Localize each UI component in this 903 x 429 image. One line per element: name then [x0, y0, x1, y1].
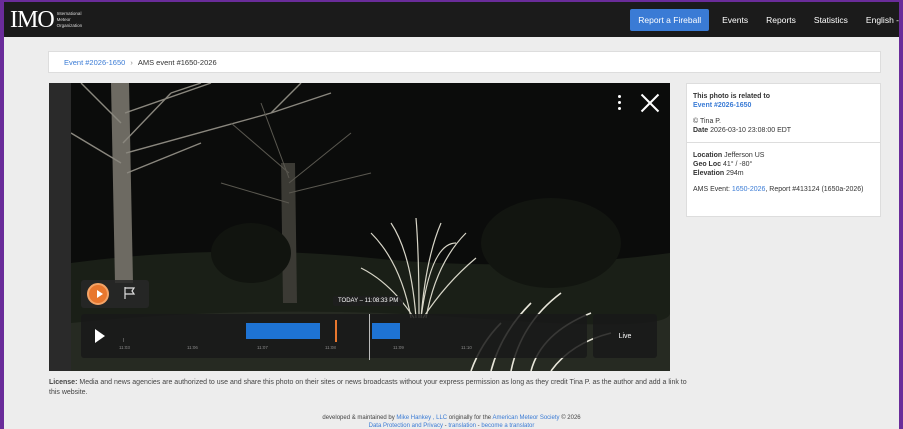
logo-text: IMO — [10, 6, 55, 33]
timeline-scrubber[interactable]: 11:03 11:06 11:07 11:08 11:09 11:10 — [81, 314, 587, 360]
ams-event-row: AMS Event: 1650-2026, Report #413124 (16… — [693, 185, 874, 194]
more-options-icon[interactable] — [618, 95, 622, 111]
media-left-strip — [49, 83, 71, 371]
media-viewer[interactable]: TODAY – 11:08:33 PM 11:03 11:06 11:07 11… — [49, 83, 670, 371]
date-value: 2026-03-10 23:08:00 EDT — [710, 127, 792, 134]
footer-privacy-link[interactable]: Data Protection and Privacy — [369, 423, 443, 429]
license-body: Media and news agencies are authorized t… — [49, 379, 687, 396]
play-event-icon[interactable] — [87, 283, 109, 305]
geoloc-value: 41° / -80° — [722, 161, 753, 168]
footer-text: originally for the — [448, 415, 492, 421]
recording-segment[interactable] — [372, 323, 400, 339]
geoloc-row: Geo Loc 41° / -80° — [693, 160, 874, 169]
nav-reports[interactable]: Reports — [757, 15, 805, 25]
close-icon[interactable] — [640, 93, 660, 113]
timeline-label: 11:03 — [119, 345, 130, 350]
event-marker — [335, 320, 337, 342]
elevation-label: Elevation — [693, 170, 725, 177]
footer-ams-link[interactable]: American Meteor Society — [492, 415, 559, 421]
timestamp-tooltip: TODAY – 11:08:33 PM — [333, 296, 404, 306]
related-event-link[interactable]: Event #2026-1650 — [693, 102, 751, 109]
imo-logo[interactable]: IMO International Meteor Organization — [10, 8, 97, 32]
license-text: License: Media and news agencies are aut… — [49, 378, 689, 398]
footer-mike-hankey-link[interactable]: Mike Hankey , LLC — [396, 415, 447, 421]
flag-icon[interactable] — [123, 286, 137, 300]
footer: developed & maintained by Mike Hankey , … — [4, 415, 899, 429]
breadcrumb-current: AMS event #1650-2026 — [137, 57, 217, 67]
ams-prefix: AMS Event: — [693, 186, 730, 193]
top-navbar: IMO International Meteor Organization Re… — [4, 2, 899, 37]
timeline-label: 11:08 — [325, 345, 336, 350]
geoloc-label: Geo Loc — [693, 161, 722, 168]
live-button[interactable]: Live — [593, 314, 657, 358]
footer-translator-link[interactable]: become a translator — [481, 423, 534, 429]
nav-events[interactable]: Events — [713, 15, 757, 25]
nav-statistics[interactable]: Statistics — [805, 15, 857, 25]
location-label: Location — [693, 152, 723, 159]
ams-event-link[interactable]: 1650-2026 — [732, 186, 765, 193]
ams-suffix: , Report #413124 (1650a-2026) — [765, 186, 864, 193]
elevation-row: Elevation 294m — [693, 169, 874, 178]
footer-translation-link[interactable]: translation — [448, 423, 476, 429]
timeline-label: 11:09 — [393, 345, 404, 350]
location-row: Location Jefferson US — [693, 151, 874, 160]
date-label: Date — [693, 127, 709, 134]
breadcrumb-event-link[interactable]: Event #2026-1650 — [64, 58, 125, 67]
footer-text: developed & maintained by — [322, 415, 395, 421]
photo-info-panel: This photo is related to Event #2026-165… — [686, 83, 881, 217]
divider — [687, 142, 880, 143]
timeline-label: 11:07 — [257, 345, 268, 350]
related-label: This photo is related to — [693, 93, 771, 100]
recording-segment[interactable] — [246, 323, 320, 339]
timeline-tick — [123, 338, 124, 342]
timeline-label: 11:06 — [187, 345, 198, 350]
breadcrumb: Event #2026-1650 › AMS event #1650-2026 — [48, 51, 881, 73]
photo-credit: © Tina P. — [693, 118, 721, 125]
location-value: Jefferson US — [724, 152, 765, 159]
breadcrumb-separator: › — [130, 57, 133, 67]
timeline-label: 11:10 — [461, 345, 472, 350]
player-mini-controls — [81, 280, 149, 308]
date-row: Date 2026-03-10 23:08:00 EDT — [693, 126, 874, 135]
license-label: License: — [49, 379, 78, 386]
report-fireball-button[interactable]: Report a Fireball — [630, 8, 710, 31]
playhead[interactable] — [369, 314, 370, 360]
language-dropdown[interactable]: English - — [857, 15, 899, 25]
elevation-value: 294m — [726, 170, 744, 177]
play-icon[interactable] — [95, 329, 105, 343]
footer-copyright: © 2026 — [561, 415, 581, 421]
logo-subtitle: International Meteor Organization — [56, 10, 83, 28]
